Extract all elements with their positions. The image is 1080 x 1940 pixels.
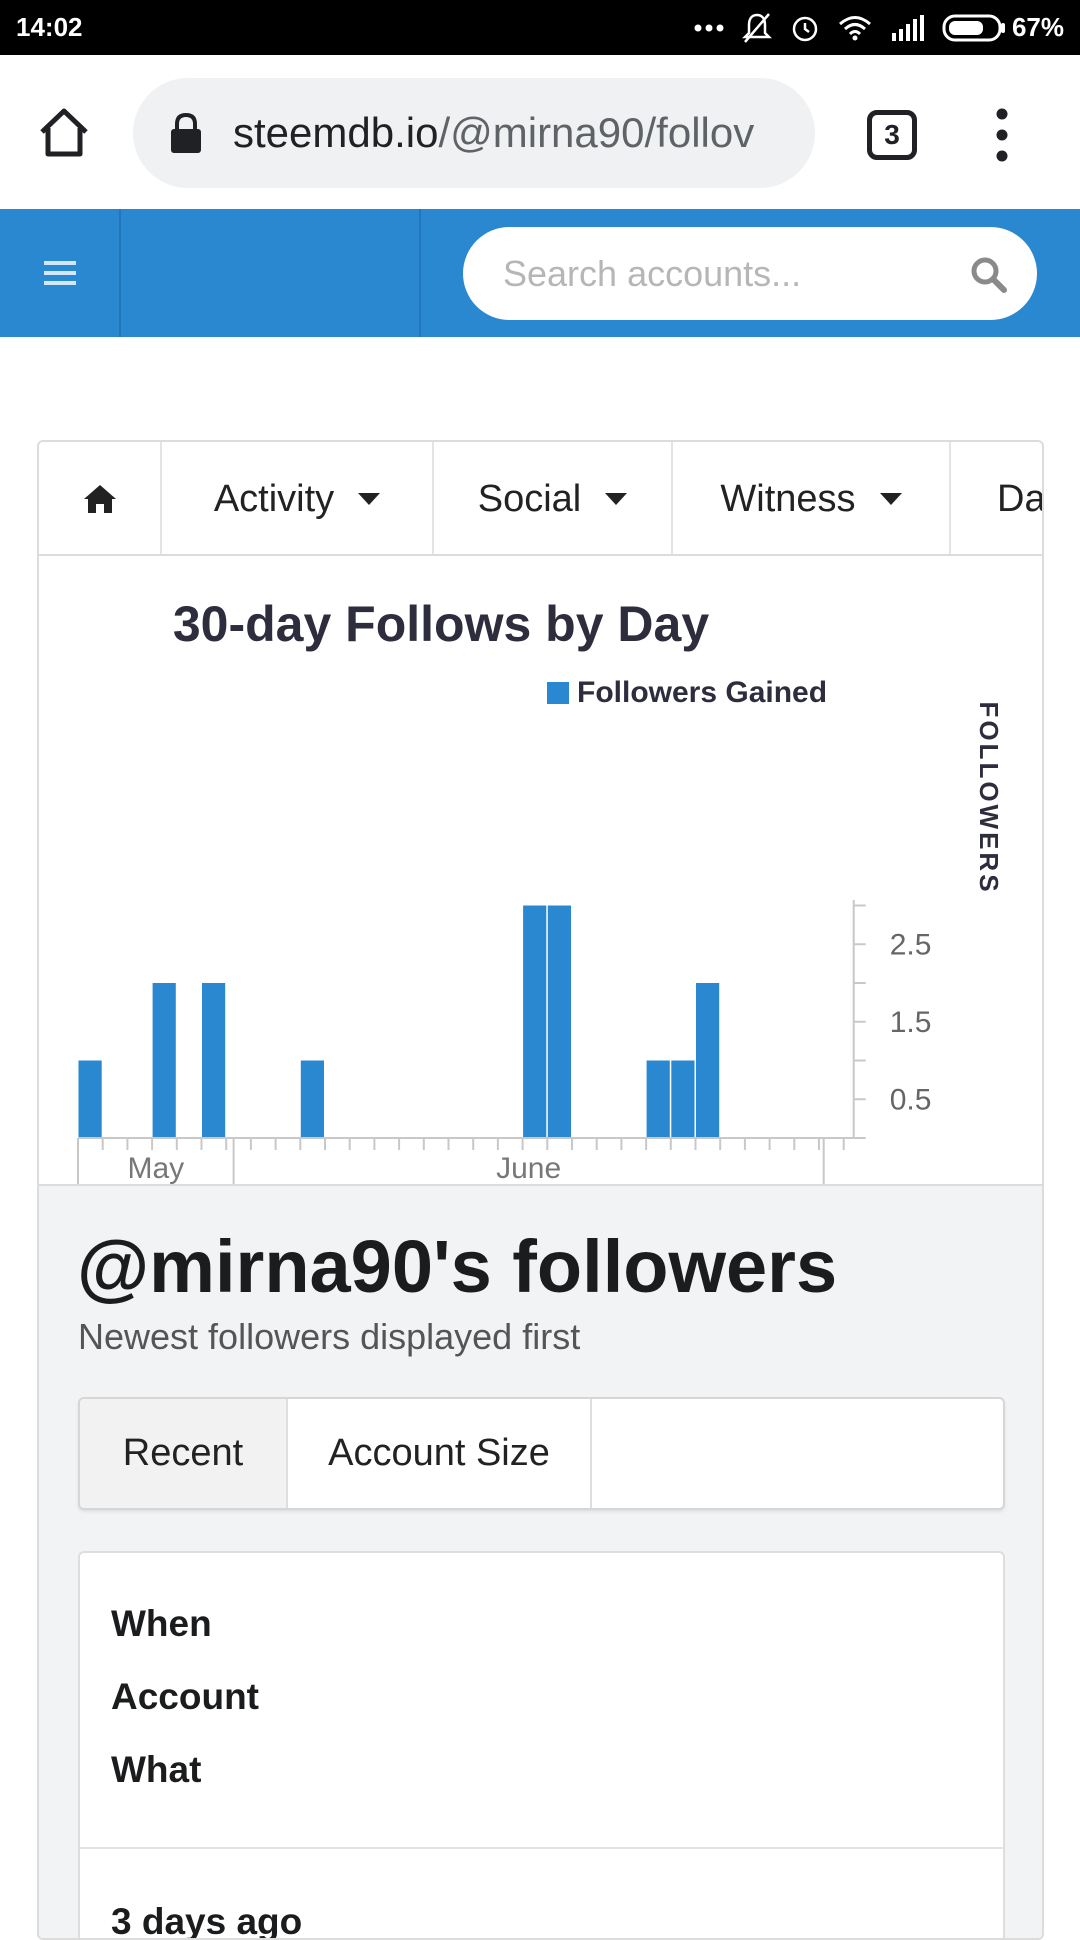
column-header-account: Account (111, 1676, 259, 1717)
tab-count: 3 (884, 119, 900, 150)
nav-home[interactable] (39, 442, 162, 554)
y-tick-label: 2.5 (890, 928, 932, 961)
x-month-label: May (127, 1152, 184, 1184)
tab-recent-label: Recent (122, 1432, 244, 1474)
url-host: steemdb.io (233, 109, 439, 156)
chevron-down-icon (358, 493, 381, 505)
battery: 67% (942, 12, 1064, 43)
status-icons: 67% (694, 12, 1064, 44)
search-icon[interactable] (969, 255, 1007, 293)
legend-swatch (547, 682, 569, 704)
alarm-icon (792, 16, 818, 41)
bar (696, 983, 720, 1138)
followers-table: When Account What 3 days ago (78, 1551, 1005, 1940)
browser-toolbar: steemdb.io/@mirna90/follov 3 (0, 55, 1080, 209)
x-month-label: June (496, 1152, 561, 1184)
url-path: /@mirna90/follov (438, 109, 755, 156)
column-header-when: When (111, 1603, 212, 1644)
mute-bell-icon (741, 12, 772, 43)
followers-title: @mirna90's followers (77, 1225, 838, 1308)
hamburger-menu-icon[interactable] (40, 257, 80, 289)
status-time: 14:02 (16, 12, 83, 42)
nav-data[interactable]: Data (951, 442, 1044, 554)
chart-title: 30-day Follows by Day (173, 596, 709, 652)
more-dots-icon (694, 24, 724, 31)
search-placeholder: Search accounts... (503, 252, 802, 294)
nav-activity-label: Activity (213, 477, 335, 520)
nav-witness-label: Witness (720, 477, 856, 520)
battery-percent: 67% (1011, 12, 1064, 42)
nav-social-label: Social (477, 477, 582, 520)
followers-section: @mirna90's followers Newest followers di… (39, 1184, 1042, 1940)
followers-tabs: Recent Account Size (78, 1397, 1005, 1510)
table-row-when: 3 days ago (111, 1901, 303, 1940)
search-input[interactable]: Search accounts... (463, 227, 1037, 320)
chevron-down-icon (879, 493, 902, 505)
account-card: Activity Social Witness Data 30-day Foll… (37, 440, 1044, 1940)
lock-icon (171, 112, 201, 153)
wifi-icon (838, 15, 871, 40)
chevron-down-icon (605, 493, 628, 505)
bar (523, 905, 547, 1138)
tab-switcher-button[interactable]: 3 (867, 110, 917, 160)
followers-subtitle: Newest followers displayed first (78, 1316, 581, 1357)
home-icon (83, 485, 116, 513)
nav-social[interactable]: Social (434, 442, 673, 554)
home-icon[interactable] (36, 104, 92, 160)
header-divider (419, 209, 421, 337)
y-axis-title: FOLLOWERS (974, 701, 1004, 894)
tab-recent[interactable]: Recent (80, 1399, 288, 1508)
column-header-what: What (111, 1749, 202, 1790)
divider (80, 1847, 1003, 1849)
bar (202, 983, 226, 1138)
follows-chart-svg: 30-day Follows by Day Followers Gained F… (77, 596, 1004, 1244)
nav-activity[interactable]: Activity (162, 442, 434, 554)
signal-icon (891, 14, 924, 41)
address-bar[interactable]: steemdb.io/@mirna90/follov (133, 78, 815, 188)
bar (152, 983, 176, 1138)
status-bar: 14:02 67% (0, 0, 1080, 55)
site-header: Search accounts... (0, 209, 1080, 337)
tab-account-size-label: Account Size (328, 1432, 550, 1474)
follows-chart: 30-day Follows by Day Followers Gained F… (39, 558, 1042, 1244)
legend-label: Followers Gained (577, 676, 827, 709)
account-nav: Activity Social Witness Data (39, 442, 1044, 556)
y-tick-label: 1.5 (890, 1006, 932, 1039)
bar (671, 1060, 695, 1138)
bar (300, 1060, 324, 1138)
url-text: steemdb.io/@mirna90/follov (233, 109, 754, 157)
bar (78, 1060, 102, 1138)
bar (547, 905, 571, 1138)
more-vert-icon[interactable] (992, 107, 1012, 163)
header-divider (119, 209, 121, 337)
tab-account-size[interactable]: Account Size (288, 1399, 592, 1508)
bar (646, 1060, 670, 1138)
y-tick-label: 0.5 (890, 1083, 932, 1116)
nav-data-label: Data (997, 477, 1044, 520)
battery-icon (942, 14, 1005, 41)
nav-witness[interactable]: Witness (673, 442, 951, 554)
